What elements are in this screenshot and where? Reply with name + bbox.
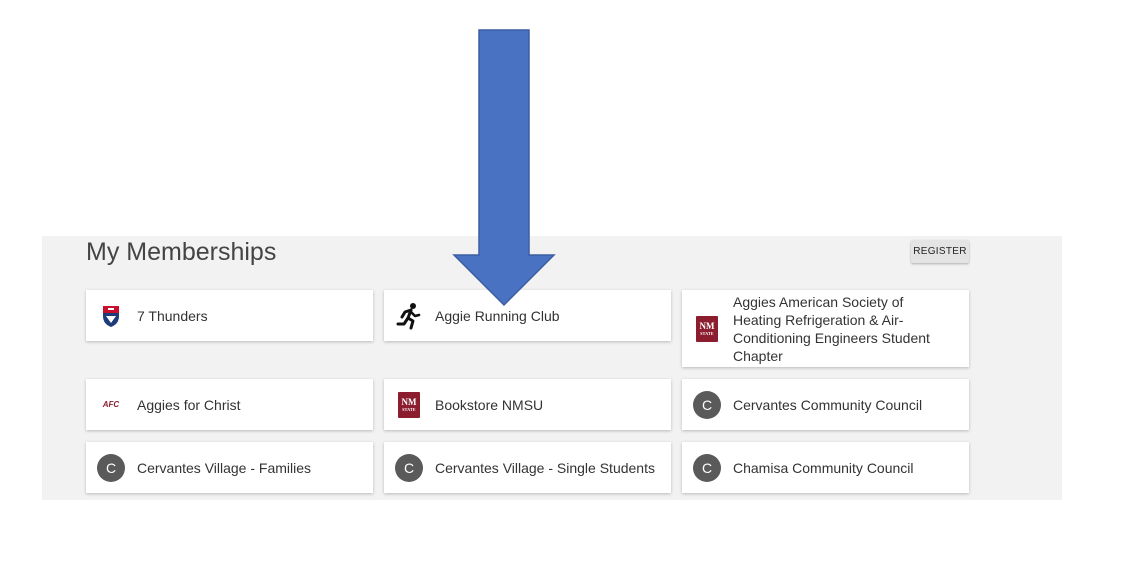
membership-card-label: Cervantes Village - Families (137, 459, 312, 476)
membership-card-label: Chamisa Community Council (733, 459, 914, 476)
membership-card-cervantes-community-council[interactable]: C Cervantes Community Council (682, 379, 969, 430)
letter-avatar-icon: C (395, 453, 423, 482)
membership-card-label: Cervantes Village - Single Students (435, 459, 655, 476)
letter-avatar-icon: C (693, 453, 721, 482)
membership-card-label: Aggies American Society of Heating Refri… (733, 293, 930, 364)
membership-card-chamisa-community-council[interactable]: C Chamisa Community Council (682, 442, 969, 493)
down-arrow-shape (452, 29, 556, 307)
membership-card-bookstore-nmsu[interactable]: NM STATE Bookstore NMSU (384, 379, 671, 430)
nmsu-logo-icon: NM STATE (693, 315, 721, 343)
membership-card-7-thunders[interactable]: 7 Thunders (86, 290, 373, 341)
page-title: My Memberships (86, 238, 277, 266)
membership-card-label: Cervantes Community Council (733, 396, 923, 413)
membership-card-label: Aggie Running Club (435, 307, 560, 324)
membership-card-aggies-ashrae[interactable]: NM STATE Aggies American Society of Heat… (682, 290, 969, 367)
membership-card-cervantes-village-single-students[interactable]: C Cervantes Village - Single Students (384, 442, 671, 493)
nmsu-logo-icon: NM STATE (395, 391, 423, 419)
runner-icon (395, 302, 423, 330)
membership-card-label: Bookstore NMSU (435, 396, 544, 413)
membership-card-label: Aggies for Christ (137, 396, 241, 413)
membership-card-cervantes-village-families[interactable]: C Cervantes Village - Families (86, 442, 373, 493)
afc-logo-icon: AFC (102, 400, 120, 409)
shield-logo-icon (97, 302, 125, 330)
membership-card-aggies-for-christ[interactable]: AFC Aggies for Christ (86, 379, 373, 430)
membership-card-label: 7 Thunders (137, 307, 208, 324)
down-arrow-icon (452, 29, 556, 307)
register-button[interactable]: REGISTER (911, 240, 969, 263)
letter-avatar-icon: C (97, 453, 125, 482)
letter-avatar-icon: C (693, 390, 721, 419)
